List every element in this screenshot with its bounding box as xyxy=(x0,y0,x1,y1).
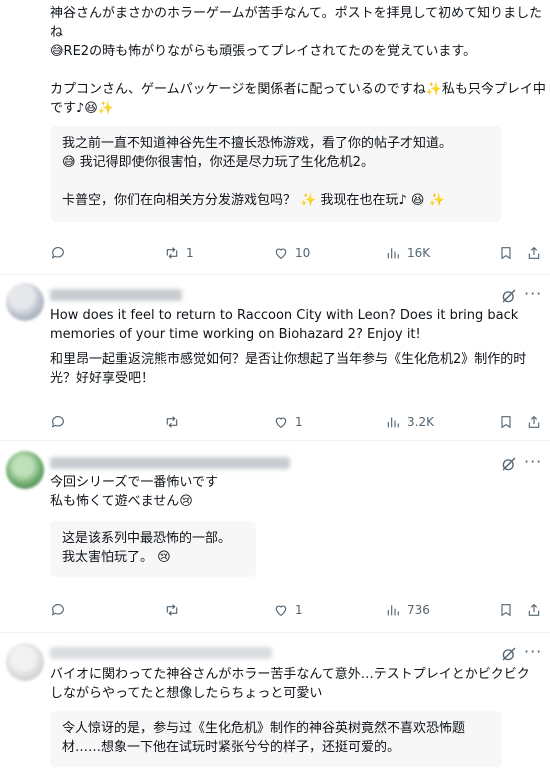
post-1[interactable]: 神谷さんがまさかのホラーゲームが苦手なんて。ポストを拝見して初めて知りましたね … xyxy=(0,0,550,270)
grok-icon[interactable] xyxy=(500,287,518,305)
more-icon[interactable]: ··· xyxy=(524,453,542,471)
share-button[interactable] xyxy=(526,242,542,264)
post-2-translation: 和里昂一起重返浣熊市感觉如何？是否让你想起了当年参与《生化危机2》制作的时光？好… xyxy=(50,352,527,386)
share-button[interactable] xyxy=(526,599,542,621)
repost-icon xyxy=(166,247,178,259)
like-icon xyxy=(275,417,287,429)
author-name-blurred[interactable] xyxy=(50,289,182,301)
views-icon xyxy=(387,417,399,428)
share-icon xyxy=(528,603,540,616)
repost-button[interactable] xyxy=(164,411,180,433)
grok-icon[interactable] xyxy=(500,645,518,663)
post-2-text: How does it feel to return to Raccoon Ci… xyxy=(50,308,523,342)
share-button[interactable] xyxy=(526,411,542,433)
reply-button[interactable] xyxy=(50,411,66,433)
reply-icon xyxy=(51,416,64,428)
bookmark-icon xyxy=(501,416,511,429)
post-1-actions: 1 10 16K xyxy=(50,242,550,264)
post-4-text: バイオに関わってた神谷さんがホラー苦手なんて意外…テストプレイとかビクビクしなが… xyxy=(50,667,530,701)
like-icon xyxy=(275,605,287,617)
post-1-text: 神谷さんがまさかのホラーゲームが苦手なんて。ポストを拝見して初めて知りましたね … xyxy=(50,6,546,116)
views-count: 736 xyxy=(407,603,430,617)
avatar[interactable] xyxy=(6,283,44,321)
more-icon[interactable]: ··· xyxy=(524,285,542,303)
share-icon xyxy=(528,246,540,259)
avatar[interactable] xyxy=(6,643,44,681)
post-3[interactable]: ··· 今回シリーズで一番怖いです 私も怖くて遊べません😢 这是该系列中最恐怖的… xyxy=(0,441,550,631)
post-4[interactable]: ··· バイオに関わってた神谷さんがホラー苦手なんて意外…テストプレイとかビクビ… xyxy=(0,633,550,774)
post-3-actions: 1 736 xyxy=(50,599,550,621)
post-3-text: 今回シリーズで一番怖いです 私も怖くて遊べません😢 xyxy=(50,475,218,509)
reply-button[interactable] xyxy=(50,242,66,264)
author-name-blurred[interactable] xyxy=(50,647,272,659)
like-button[interactable]: 1 xyxy=(273,599,303,621)
bookmark-button[interactable] xyxy=(498,599,514,621)
like-count: 1 xyxy=(295,603,303,617)
post-3-translation: 这是该系列中最恐怖的一部。 我太害怕玩了。 😢 xyxy=(50,521,256,577)
share-icon xyxy=(528,415,540,428)
post-4-translation: 令人惊讶的是，参与过《生化危机》制作的神谷英树竟然不喜欢恐怖题材……想象一下他在… xyxy=(50,711,502,767)
more-icon[interactable]: ··· xyxy=(524,643,542,661)
avatar[interactable] xyxy=(6,451,44,489)
like-count: 1 xyxy=(295,415,303,429)
reply-button[interactable] xyxy=(50,599,66,621)
post-2-actions: 1 3.2K xyxy=(50,411,550,433)
views-icon xyxy=(387,605,399,616)
views-count: 16K xyxy=(407,246,431,260)
post-2[interactable]: ··· How does it feel to return to Raccoo… xyxy=(0,275,550,437)
repost-icon xyxy=(166,416,178,428)
reply-icon xyxy=(51,247,64,259)
views-count: 3.2K xyxy=(407,415,434,429)
repost-count: 1 xyxy=(186,246,194,260)
post-1-translation: 我之前一直不知道神谷先生不擅长恐怖游戏，看了你的帖子才知道。 😅 我记得即使你很… xyxy=(50,126,502,222)
views-button[interactable]: 3.2K xyxy=(385,411,434,433)
bookmark-icon xyxy=(501,604,511,617)
like-button[interactable]: 1 xyxy=(273,411,303,433)
bookmark-button[interactable] xyxy=(498,242,514,264)
views-button[interactable]: 736 xyxy=(385,599,430,621)
views-button[interactable]: 16K xyxy=(385,242,430,264)
reply-icon xyxy=(51,604,64,616)
like-count: 10 xyxy=(295,246,311,260)
repost-icon xyxy=(166,604,178,616)
repost-button[interactable] xyxy=(164,599,180,621)
repost-button[interactable]: 1 xyxy=(164,242,194,264)
like-button[interactable]: 10 xyxy=(273,242,310,264)
views-icon xyxy=(387,248,399,259)
like-icon xyxy=(275,248,287,260)
bookmark-icon xyxy=(501,247,511,260)
author-name-blurred[interactable] xyxy=(50,457,290,469)
bookmark-button[interactable] xyxy=(498,411,514,433)
grok-icon[interactable] xyxy=(500,455,518,473)
